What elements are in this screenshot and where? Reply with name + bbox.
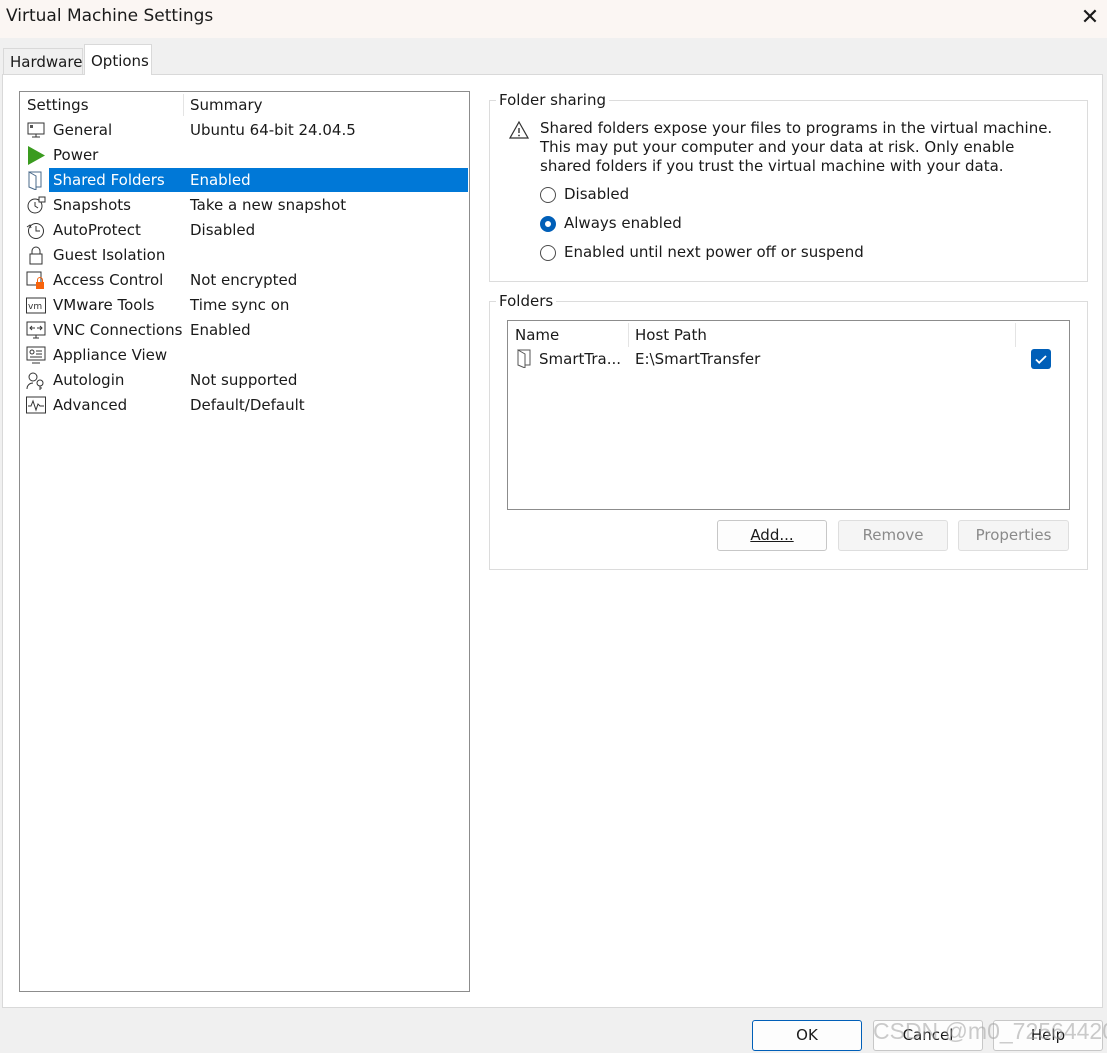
radio-button[interactable]	[540, 245, 556, 261]
power-icon	[28, 146, 45, 165]
close-button[interactable]: ✕	[1076, 4, 1104, 32]
column-header-summary[interactable]: Summary	[190, 96, 263, 114]
settings-row-label: Access Control	[53, 271, 164, 289]
table-row[interactable]: SmartTra... E:\SmartTransfer	[508, 347, 1069, 372]
appliance-view-icon	[26, 346, 46, 364]
settings-row-summary: Enabled	[190, 321, 251, 339]
settings-row-summary: Take a new snapshot	[190, 196, 347, 214]
radio-label: Disabled	[564, 185, 630, 203]
settings-row-guest-isolation[interactable]: Guest Isolation	[24, 243, 469, 268]
settings-row-autologin[interactable]: Autologin Not supported	[24, 368, 469, 393]
settings-list-header: Settings Summary	[20, 92, 469, 118]
settings-row-label: Power	[53, 146, 99, 164]
shared-folders-icon	[28, 171, 42, 190]
warning-text: Shared folders expose your files to prog…	[540, 119, 1053, 175]
settings-row-summary: Enabled	[190, 171, 251, 189]
settings-row-label: AutoProtect	[53, 221, 141, 239]
tab-options[interactable]: Options	[84, 44, 152, 75]
radio-button[interactable]	[540, 216, 556, 232]
settings-row-summary: Default/Default	[190, 396, 305, 414]
column-header-name[interactable]: Name	[515, 326, 559, 344]
autologin-icon	[26, 372, 44, 390]
add-folder-button[interactable]: Add...	[717, 520, 827, 551]
settings-row-label: Guest Isolation	[53, 246, 166, 264]
settings-row-summary: Not supported	[190, 371, 298, 389]
column-header-host-path[interactable]: Host Path	[635, 326, 707, 344]
settings-row-snapshots[interactable]: Snapshots Take a new snapshot	[24, 193, 469, 218]
advanced-icon	[26, 396, 46, 414]
radio-button[interactable]	[540, 187, 556, 203]
folders-legend: Folders	[499, 292, 554, 310]
settings-row-advanced[interactable]: Advanced Default/Default	[24, 393, 469, 418]
title-bar: Virtual Machine Settings ✕	[0, 0, 1107, 38]
settings-row-label: General	[53, 121, 113, 139]
properties-button[interactable]: Properties	[958, 520, 1069, 551]
radio-label: Always enabled	[564, 214, 682, 232]
folder-enabled-checkbox[interactable]	[1031, 349, 1051, 369]
checkmark-icon	[1035, 355, 1047, 364]
settings-row-summary: Disabled	[190, 221, 256, 239]
svg-text:vm: vm	[28, 302, 42, 312]
remove-folder-label: Remove	[862, 526, 924, 544]
folder-host-path: E:\SmartTransfer	[635, 350, 761, 368]
access-control-icon	[26, 271, 44, 289]
settings-row-summary: Not encrypted	[190, 271, 298, 289]
settings-row-shared-folders[interactable]: Shared Folders Enabled	[24, 168, 469, 193]
settings-row-label: Snapshots	[53, 196, 131, 214]
folder-name: SmartTra...	[539, 350, 621, 368]
settings-row-label: Shared Folders	[53, 171, 165, 189]
settings-row-label: Appliance View	[53, 346, 168, 364]
warning-icon	[509, 120, 529, 139]
settings-row-power[interactable]: Power	[24, 143, 469, 168]
vmware-tools-icon: vm	[26, 297, 46, 314]
watermark: CSDN @m0_72564420	[873, 1018, 1107, 1044]
folder-sharing-legend: Folder sharing	[499, 91, 606, 109]
autoprotect-icon	[26, 223, 44, 239]
add-folder-label: Add...	[750, 526, 794, 544]
settings-row-autoprotect[interactable]: AutoProtect Disabled	[24, 218, 469, 243]
properties-label: Properties	[975, 526, 1052, 544]
radio-label: Enabled until next power off or suspend	[564, 243, 864, 261]
settings-row-appliance-view[interactable]: Appliance View	[24, 343, 469, 368]
lock-icon	[29, 246, 43, 265]
shared-folder-icon	[517, 349, 531, 368]
settings-row-summary: Time sync on	[190, 296, 290, 314]
vnc-icon	[26, 321, 46, 339]
window-title: Virtual Machine Settings	[6, 6, 214, 26]
settings-row-label: Autologin	[53, 371, 125, 389]
settings-row-label: VMware Tools	[53, 296, 155, 314]
settings-row-vmware-tools[interactable]: vm VMware Tools Time sync on	[24, 293, 469, 318]
settings-row-access-control[interactable]: Access Control Not encrypted	[24, 268, 469, 293]
remove-folder-button[interactable]: Remove	[838, 520, 948, 551]
settings-list[interactable]: Settings Summary General Ubuntu 64-bit 2…	[19, 91, 470, 992]
tab-bar: Hardware Options	[0, 44, 1107, 75]
settings-row-general[interactable]: General Ubuntu 64-bit 24.04.5	[24, 118, 469, 143]
tab-hardware[interactable]: Hardware	[3, 48, 83, 74]
close-icon: ✕	[1080, 5, 1100, 30]
column-header-settings[interactable]: Settings	[27, 96, 89, 114]
settings-row-vnc-connections[interactable]: VNC Connections Enabled	[24, 318, 469, 343]
settings-row-label: VNC Connections	[53, 321, 183, 339]
settings-row-label: Advanced	[53, 396, 128, 414]
settings-row-summary: Ubuntu 64-bit 24.04.5	[190, 121, 356, 139]
ok-button[interactable]: OK	[752, 1020, 862, 1051]
folders-table[interactable]: Name Host Path SmartTra... E:\SmartTrans…	[507, 320, 1070, 510]
snapshots-icon	[27, 196, 46, 214]
general-icon	[27, 122, 45, 138]
